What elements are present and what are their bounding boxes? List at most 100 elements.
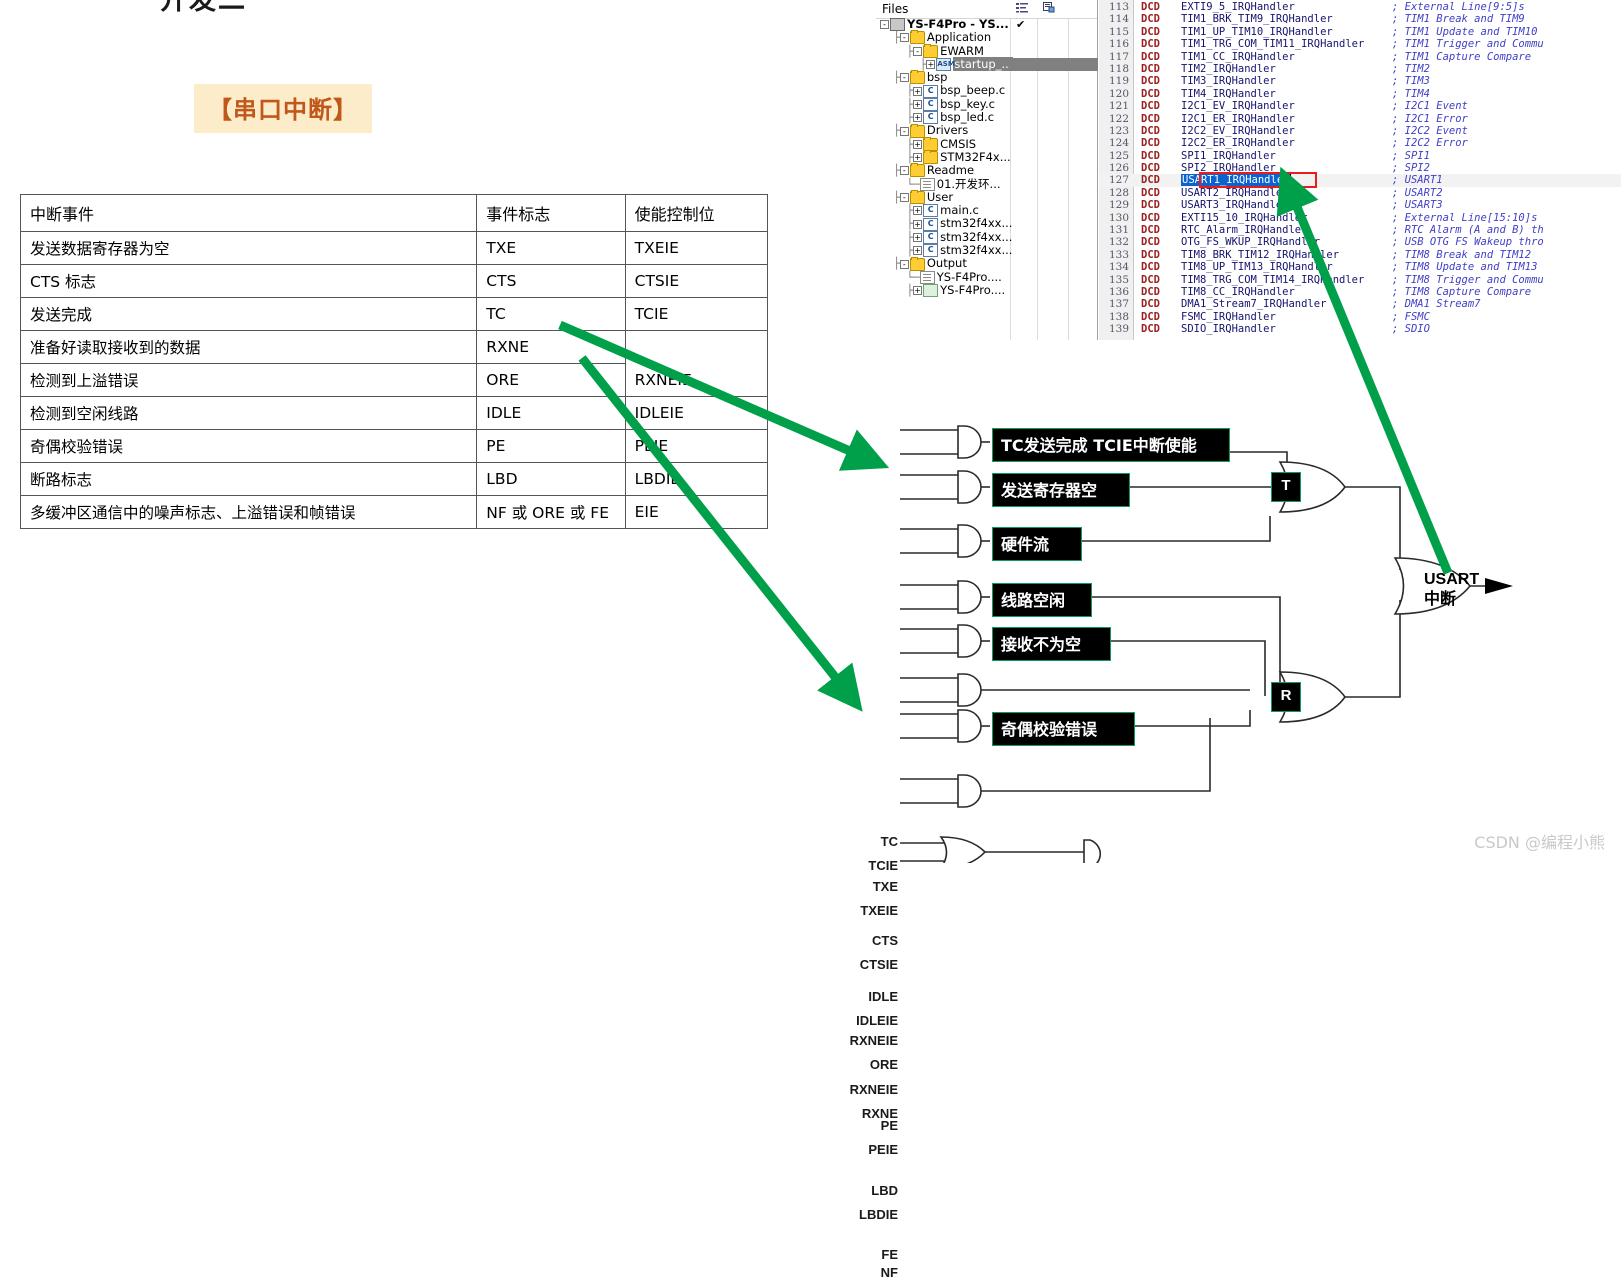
collapse-toggle-icon[interactable]: - [899, 259, 909, 269]
expand-toggle-icon[interactable]: + [913, 153, 923, 163]
collapse-toggle-icon[interactable]: - [880, 20, 889, 30]
code-line[interactable]: 117 DCD TIM1_CC_IRQHandler ; TIM1 Capture C… [1099, 51, 1621, 63]
expand-toggle-icon[interactable]: + [913, 139, 923, 149]
tree-item[interactable]: └─ 01.开发环... [876, 177, 1098, 191]
collapse-toggle-icon[interactable]: - [899, 193, 909, 203]
collapse-toggle-icon[interactable]: - [899, 126, 909, 136]
code-symbol[interactable]: TIM8_TRG_COM_TIM14_IRQHandler [1181, 274, 1364, 286]
tree-item[interactable]: └─ YS-F4Pro.... [876, 270, 1098, 284]
code-line[interactable]: 137 DCD DMA1_Stream7_IRQHandler ; DMA1 Stre… [1099, 298, 1621, 310]
file-tree[interactable]: - YS-F4Pro - YS... ✔ ├ - Application ├ - EWARM… [876, 17, 1098, 298]
code-symbol[interactable]: OTG_FS_WKUP_IRQHandler [1181, 236, 1320, 248]
tree-item[interactable]: ├+ Cbsp_beep.c [876, 84, 1098, 98]
tree-item[interactable]: ├+ STM32F4x... [876, 150, 1098, 165]
code-symbol[interactable]: FSMC_IRQHandler [1181, 311, 1276, 323]
code-keyword: DCD [1141, 149, 1160, 162]
code-symbol[interactable]: TIM1_BRK_TIM9_IRQHandler [1181, 13, 1333, 25]
collapse-toggle-icon[interactable]: - [899, 73, 909, 83]
code-symbol[interactable]: I2C1_ER_IRQHandler [1181, 113, 1295, 125]
code-line[interactable]: 139 DCD SDIO_IRQHandler ; SDIO [1099, 323, 1621, 335]
code-line[interactable]: 133 DCD TIM8_BRK_TIM12_IRQHandler ; TIM8 Br… [1099, 249, 1621, 261]
code-symbol[interactable]: TIM8_BRK_TIM12_IRQHandler [1181, 249, 1339, 261]
expand-toggle-icon[interactable]: + [926, 60, 936, 70]
code-line[interactable]: 114 DCD TIM1_BRK_TIM9_IRQHandler ; TIM1 Bre… [1099, 13, 1621, 25]
tree-item[interactable]: ├+ Cbsp_led.c [876, 110, 1098, 125]
tree-item[interactable]: ├ - Drivers [876, 123, 1098, 138]
code-symbol[interactable]: TIM1_CC_IRQHandler [1181, 51, 1295, 63]
code-line[interactable]: 130 DCD EXTI15_10_IRQHandler ; External Lin… [1099, 212, 1621, 224]
code-line[interactable]: 124 DCD I2C2_ER_IRQHandler ; I2C2 Error [1099, 137, 1621, 149]
code-line[interactable]: 131 DCD RTC_Alarm_IRQHandler ; RTC Alarm (A… [1099, 224, 1621, 236]
expand-toggle-icon[interactable]: + [913, 86, 923, 96]
expand-toggle-icon[interactable]: + [913, 206, 923, 216]
code-symbol[interactable]: TIM8_CC_IRQHandler [1181, 286, 1295, 298]
tree-item[interactable]: ├+ YS-F4Pro.... [876, 283, 1098, 298]
tree-item[interactable]: ├ - Application [876, 30, 1098, 45]
code-line[interactable]: 128 DCD USART2_IRQHandler ; USART2 [1099, 187, 1621, 199]
tree-item[interactable]: ├ - bsp [876, 70, 1098, 85]
code-symbol[interactable]: USART2_IRQHandler [1181, 187, 1288, 199]
code-symbol[interactable]: TIM1_TRG_COM_TIM11_IRQHandler [1181, 38, 1364, 50]
tree-indent-guide: ├ [880, 151, 914, 165]
code-symbol[interactable]: DMA1_Stream7_IRQHandler [1181, 298, 1326, 310]
expand-toggle-icon[interactable]: + [913, 99, 923, 109]
tree-item[interactable]: ├+ ASMstartup_... [876, 56, 1098, 72]
collapse-toggle-icon[interactable]: - [899, 33, 909, 43]
code-line[interactable]: 113 DCD EXTI9_5_IRQHandler ; External Line[… [1099, 1, 1621, 13]
code-line[interactable]: 125 DCD SPI1_IRQHandler ; SPI1 [1099, 150, 1621, 162]
code-symbol[interactable]: TIM1_UP_TIM10_IRQHandler [1181, 26, 1333, 38]
code-symbol[interactable]: EXTI9_5_IRQHandler [1181, 1, 1295, 13]
code-symbol[interactable]: SDIO_IRQHandler [1181, 323, 1276, 335]
tree-item[interactable]: ├+ Cstm32f4xx... [876, 217, 1098, 231]
code-line[interactable]: 138 DCD FSMC_IRQHandler ; FSMC [1099, 311, 1621, 323]
tree-item[interactable]: ├+ Cstm32f4xx... [876, 230, 1098, 244]
code-line[interactable]: 122 DCD I2C1_ER_IRQHandler ; I2C1 Error [1099, 113, 1621, 125]
properties-icon[interactable] [1042, 2, 1056, 15]
code-symbol[interactable]: EXTI15_10_IRQHandler [1181, 212, 1307, 224]
sort-icon[interactable] [1015, 2, 1029, 15]
code-line[interactable]: 115 DCD TIM1_UP_TIM10_IRQHandler ; TIM1 Upd… [1099, 26, 1621, 38]
expand-toggle-icon[interactable]: + [913, 246, 923, 256]
expand-toggle-icon[interactable]: + [913, 286, 923, 296]
collapse-toggle-icon[interactable]: - [899, 166, 909, 176]
code-symbol[interactable]: TIM3_IRQHandler [1181, 75, 1276, 87]
code-lines[interactable]: 113 DCD EXTI9_5_IRQHandler ; External Line[… [1099, 1, 1621, 336]
code-line[interactable]: 126 DCD SPI2_IRQHandler; SPI2 [1099, 162, 1621, 174]
collapse-toggle-icon[interactable]: - [913, 46, 923, 56]
code-symbol[interactable]: I2C1_EV_IRQHandler [1181, 100, 1295, 112]
code-line[interactable]: 129 DCD USART3_IRQHandler ; USART3 [1099, 199, 1621, 211]
expand-toggle-icon[interactable]: + [913, 232, 923, 242]
code-line[interactable]: 135 DCD TIM8_TRG_COM_TIM14_IRQHandler ; TIM… [1099, 274, 1621, 286]
code-symbol[interactable]: USART3_IRQHandler [1181, 199, 1288, 211]
expand-toggle-icon[interactable]: + [913, 219, 923, 229]
tree-item[interactable]: - YS-F4Pro - YS... ✔ [876, 17, 1098, 32]
code-line[interactable]: 119 DCD TIM3_IRQHandler ; TIM3 [1099, 75, 1621, 87]
code-line[interactable]: 121 DCD I2C1_EV_IRQHandler ; I2C1 Event [1099, 100, 1621, 112]
code-symbol[interactable]: TIM8_UP_TIM13_IRQHandler [1181, 261, 1333, 273]
code-symbol[interactable]: SPI1_IRQHandler [1181, 150, 1276, 162]
tree-item[interactable]: ├+ Cmain.c [876, 204, 1098, 218]
code-line[interactable]: 134 DCD TIM8_UP_TIM13_IRQHandler ; TIM8 Upd… [1099, 261, 1621, 273]
code-line[interactable]: 136 DCD TIM8_CC_IRQHandler ; TIM8 Capture C… [1099, 286, 1621, 298]
code-symbol[interactable]: TIM4_IRQHandler [1181, 88, 1276, 100]
code-line[interactable]: 123 DCD I2C2_EV_IRQHandler ; I2C2 Event [1099, 125, 1621, 137]
code-symbol[interactable]: RTC_Alarm_IRQHandler [1181, 224, 1307, 236]
tree-item[interactable]: ├+ CMSIS [876, 136, 1098, 151]
tree-item[interactable]: ├+ Cbsp_key.c [876, 97, 1098, 111]
code-line[interactable]: 120 DCD TIM4_IRQHandler ; TIM4 [1099, 88, 1621, 100]
table-cell-enable: PEIE [624, 429, 769, 463]
tree-item[interactable]: ├ - User [876, 190, 1098, 205]
tree-item[interactable]: ├ - Output [876, 256, 1098, 271]
code-symbol[interactable]: I2C2_EV_IRQHandler [1181, 125, 1295, 137]
code-line[interactable]: 127 DCD USART1_IRQHandler; USART1 [1099, 174, 1621, 187]
tree-item[interactable]: ├ - EWARM [876, 43, 1098, 58]
tree-item[interactable]: ├+ Cstm32f4xx... [876, 243, 1098, 258]
code-line[interactable]: 116 DCD TIM1_TRG_COM_TIM11_IRQHandler ; TIM… [1099, 38, 1621, 50]
code-editor[interactable]: 113 DCD EXTI9_5_IRQHandler ; External Line[… [1099, 0, 1621, 340]
code-line[interactable]: 132 DCD OTG_FS_WKUP_IRQHandler ; USB OTG FS… [1099, 236, 1621, 248]
tree-item[interactable]: ├ - Readme [876, 163, 1098, 178]
code-symbol[interactable]: TIM2_IRQHandler [1181, 63, 1276, 75]
expand-toggle-icon[interactable]: + [913, 113, 923, 123]
code-symbol[interactable]: I2C2_ER_IRQHandler [1181, 137, 1295, 149]
code-line[interactable]: 118 DCD TIM2_IRQHandler ; TIM2 [1099, 63, 1621, 75]
